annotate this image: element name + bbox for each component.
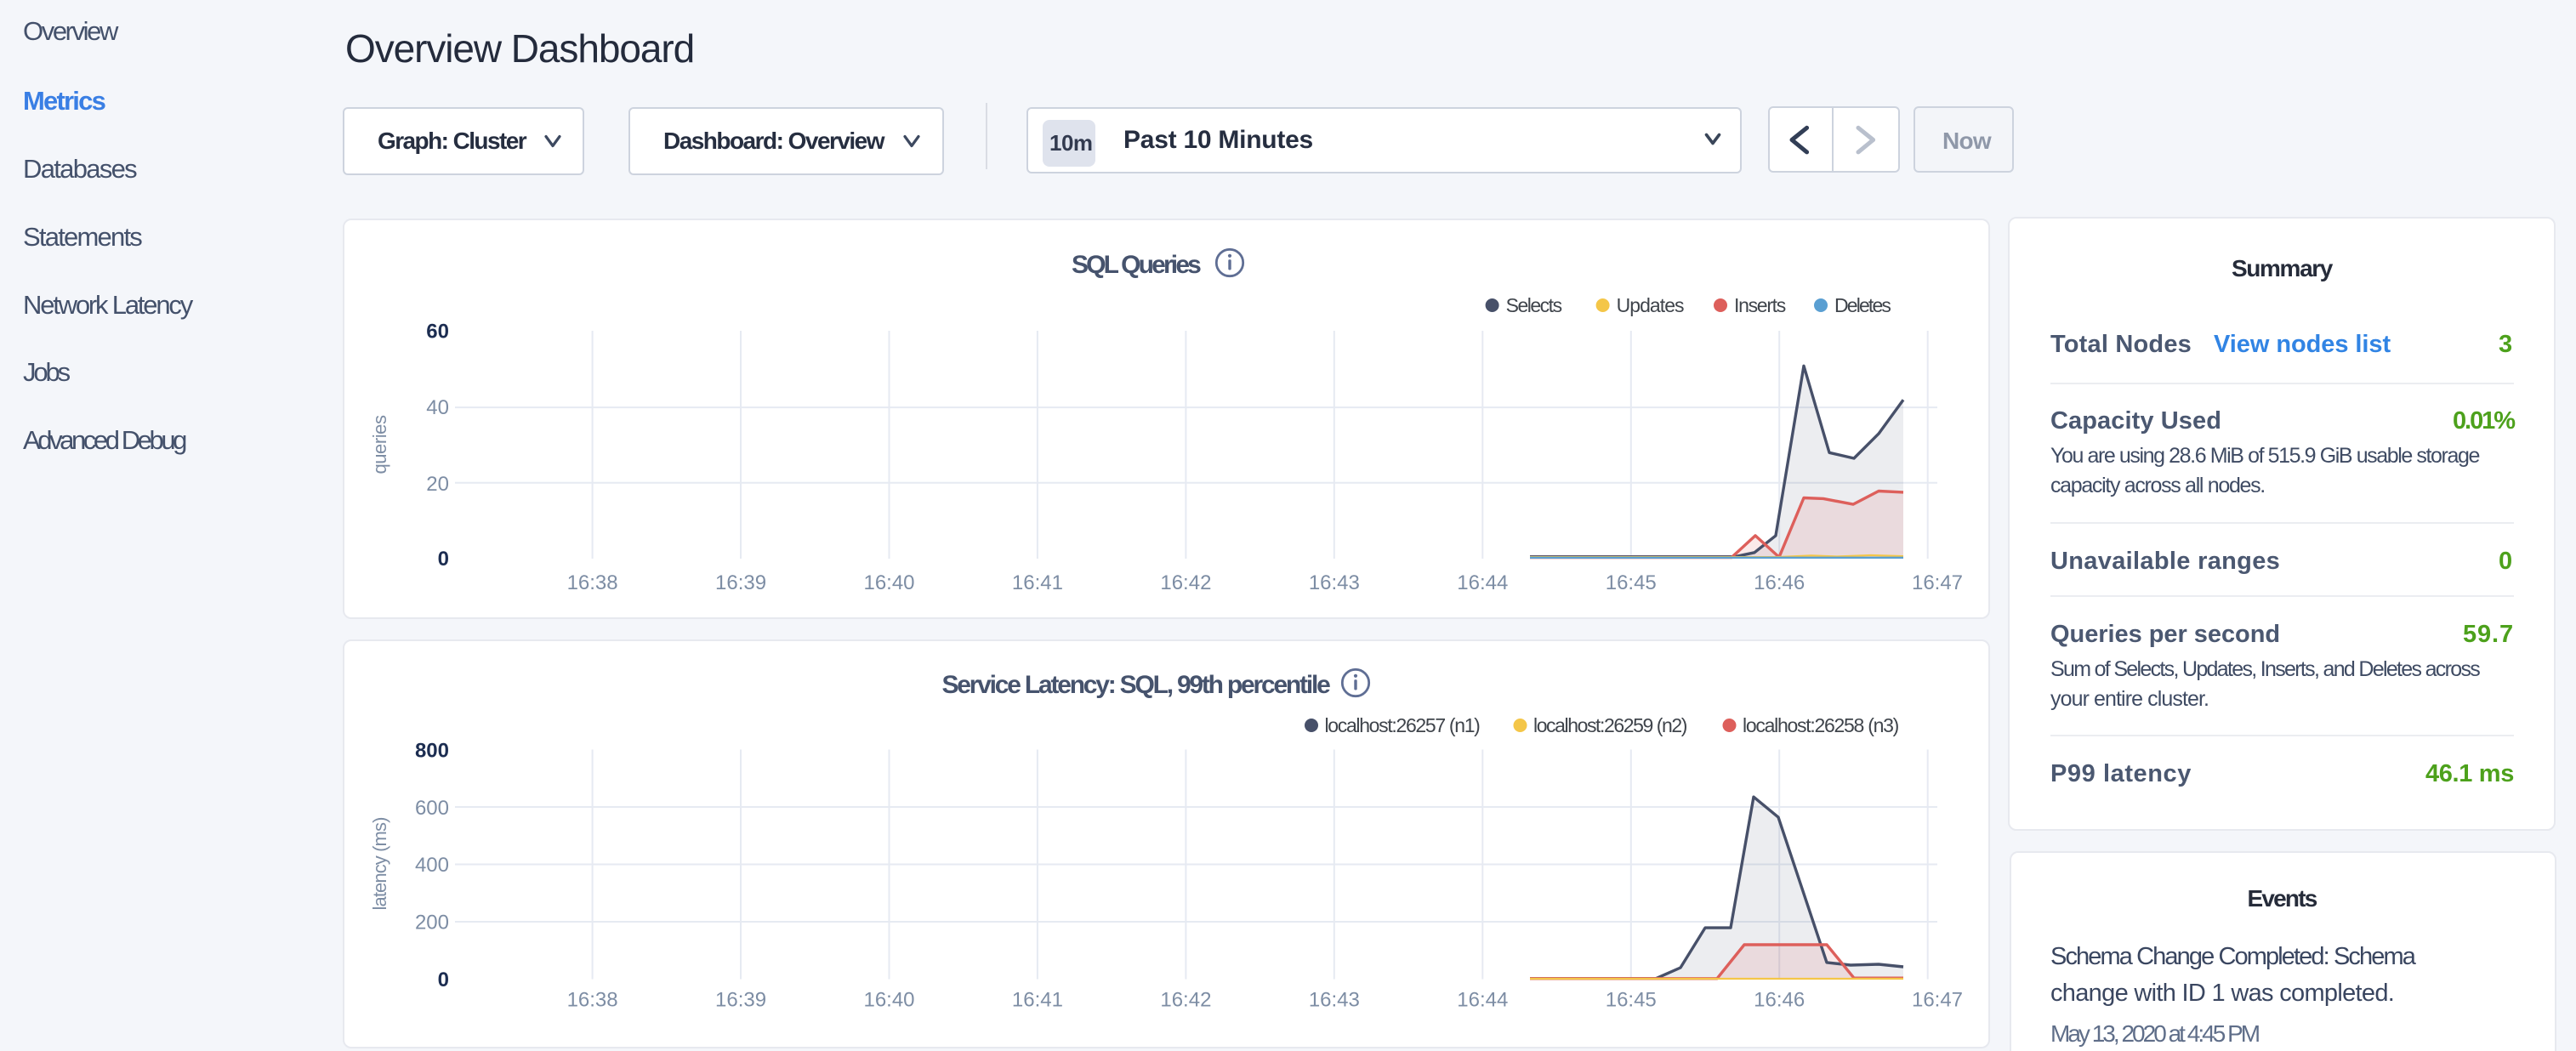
svg-text:16:44: 16:44: [1457, 989, 1508, 1012]
svg-text:16:41: 16:41: [1012, 571, 1063, 594]
svg-text:60: 60: [426, 321, 449, 344]
svg-text:40: 40: [426, 396, 449, 419]
svg-text:16:45: 16:45: [1606, 571, 1657, 594]
svg-text:400: 400: [415, 854, 449, 877]
svg-text:16:44: 16:44: [1457, 571, 1508, 594]
svg-text:20: 20: [426, 473, 449, 496]
svg-text:16:38: 16:38: [567, 571, 618, 594]
svg-text:16:47: 16:47: [1912, 989, 1963, 1012]
svg-text:16:39: 16:39: [715, 989, 766, 1012]
svg-text:Deletes: Deletes: [1834, 294, 1891, 316]
svg-text:localhost:26258 (n3): localhost:26258 (n3): [1743, 714, 1899, 736]
svg-text:16:40: 16:40: [863, 989, 914, 1012]
svg-text:16:46: 16:46: [1754, 571, 1805, 594]
svg-text:latency (ms): latency (ms): [369, 818, 390, 911]
svg-text:800: 800: [415, 740, 449, 763]
svg-text:16:40: 16:40: [863, 571, 914, 594]
svg-text:0: 0: [438, 969, 449, 991]
svg-text:Inserts: Inserts: [1734, 294, 1786, 316]
svg-text:16:38: 16:38: [567, 989, 618, 1012]
svg-text:16:43: 16:43: [1309, 989, 1360, 1012]
svg-text:200: 200: [415, 912, 449, 935]
svg-text:Updates: Updates: [1617, 294, 1684, 316]
svg-text:localhost:26257 (n1): localhost:26257 (n1): [1325, 714, 1481, 736]
svg-text:queries: queries: [369, 415, 390, 474]
svg-text:16:46: 16:46: [1754, 989, 1805, 1012]
svg-text:16:42: 16:42: [1160, 989, 1211, 1012]
svg-text:Selects: Selects: [1506, 294, 1562, 316]
svg-text:16:42: 16:42: [1160, 571, 1211, 594]
svg-text:localhost:26259 (n2): localhost:26259 (n2): [1533, 714, 1687, 736]
svg-text:600: 600: [415, 797, 449, 820]
svg-text:Service Latency: SQL, 99th per: Service Latency: SQL, 99th percentile: [941, 671, 1330, 699]
svg-text:16:43: 16:43: [1309, 571, 1360, 594]
svg-text:16:47: 16:47: [1912, 571, 1963, 594]
svg-text:16:41: 16:41: [1012, 989, 1063, 1012]
svg-text:16:45: 16:45: [1606, 989, 1657, 1012]
svg-text:0: 0: [438, 548, 449, 571]
svg-text:16:39: 16:39: [715, 571, 766, 594]
svg-text:SQL Queries: SQL Queries: [1072, 251, 1201, 279]
